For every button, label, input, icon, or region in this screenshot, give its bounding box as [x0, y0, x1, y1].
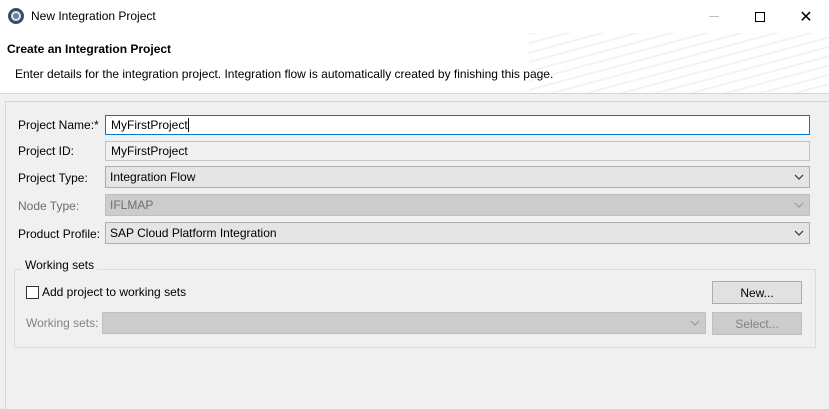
close-button[interactable]: ✕ — [783, 0, 829, 33]
working-sets-group — [14, 269, 816, 348]
add-to-working-sets-checkbox[interactable] — [26, 286, 39, 299]
page-description: Enter details for the integration projec… — [15, 67, 554, 81]
node-type-value: IFLMAP — [110, 198, 154, 212]
page-title: Create an Integration Project — [7, 42, 172, 56]
select-working-sets-button: Select... — [712, 312, 802, 335]
project-name-input[interactable]: MyFirstProject — [105, 115, 810, 135]
chevron-down-icon — [688, 316, 702, 330]
maximize-button[interactable] — [737, 0, 783, 33]
project-type-label: Project Type: — [18, 171, 88, 185]
new-working-set-button[interactable]: New... — [712, 281, 802, 304]
product-profile-select[interactable]: SAP Cloud Platform Integration — [105, 222, 810, 244]
add-to-working-sets-label[interactable]: Add project to working sets — [42, 285, 186, 299]
project-type-value: Integration Flow — [110, 170, 196, 184]
project-name-value: MyFirstProject — [111, 118, 188, 132]
product-profile-label: Product Profile: — [18, 227, 101, 241]
close-icon: ✕ — [799, 6, 813, 26]
wizard-header: Create an Integration Project Enter deta… — [0, 33, 829, 94]
project-name-label: Project Name:* — [18, 118, 99, 132]
header-decoration — [529, 33, 829, 93]
text-caret — [187, 118, 189, 132]
project-type-select[interactable]: Integration Flow — [105, 166, 810, 188]
app-icon — [8, 8, 24, 24]
chevron-down-icon — [792, 226, 806, 240]
minimize-icon — [709, 16, 719, 17]
working-sets-group-title: Working sets — [22, 258, 98, 272]
project-id-label: Project ID: — [18, 144, 75, 158]
working-sets-label: Working sets: — [26, 316, 99, 330]
maximize-icon — [755, 11, 765, 22]
chevron-down-icon — [792, 198, 806, 212]
chevron-down-icon — [792, 170, 806, 184]
minimize-button[interactable] — [691, 0, 737, 33]
window-title: New Integration Project — [31, 9, 156, 23]
project-id-value: MyFirstProject — [111, 144, 188, 158]
project-id-field[interactable]: MyFirstProject — [105, 141, 810, 161]
working-sets-select — [102, 312, 706, 334]
title-bar: New Integration Project ✕ — [0, 0, 829, 33]
node-type-select: IFLMAP — [105, 194, 810, 216]
product-profile-value: SAP Cloud Platform Integration — [110, 226, 277, 240]
node-type-label: Node Type: — [18, 199, 80, 213]
